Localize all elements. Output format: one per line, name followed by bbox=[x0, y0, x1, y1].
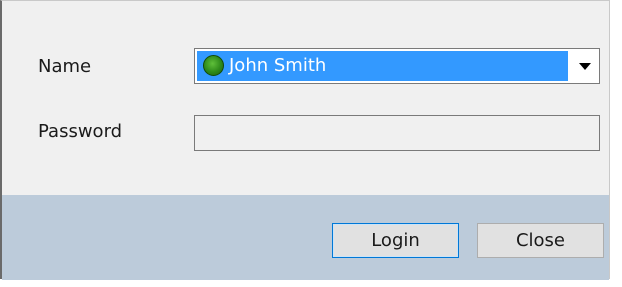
login-button[interactable]: Login bbox=[332, 223, 459, 258]
name-combobox[interactable]: John Smith bbox=[194, 48, 600, 84]
chevron-down-icon bbox=[578, 62, 591, 70]
form-area: Name John Smith Password bbox=[2, 1, 609, 185]
password-label: Password bbox=[38, 121, 123, 142]
name-combobox-value: John Smith bbox=[229, 55, 327, 76]
close-button[interactable]: Close bbox=[477, 223, 604, 258]
button-bar: Login Close bbox=[2, 195, 609, 280]
name-label: Name bbox=[38, 56, 92, 77]
password-field[interactable] bbox=[194, 115, 600, 151]
login-dialog: Name John Smith Password Login Close bbox=[0, 0, 610, 280]
green-status-dot-icon bbox=[203, 55, 224, 76]
name-combobox-selected-item[interactable]: John Smith bbox=[197, 51, 568, 81]
dropdown-button[interactable] bbox=[572, 51, 597, 81]
